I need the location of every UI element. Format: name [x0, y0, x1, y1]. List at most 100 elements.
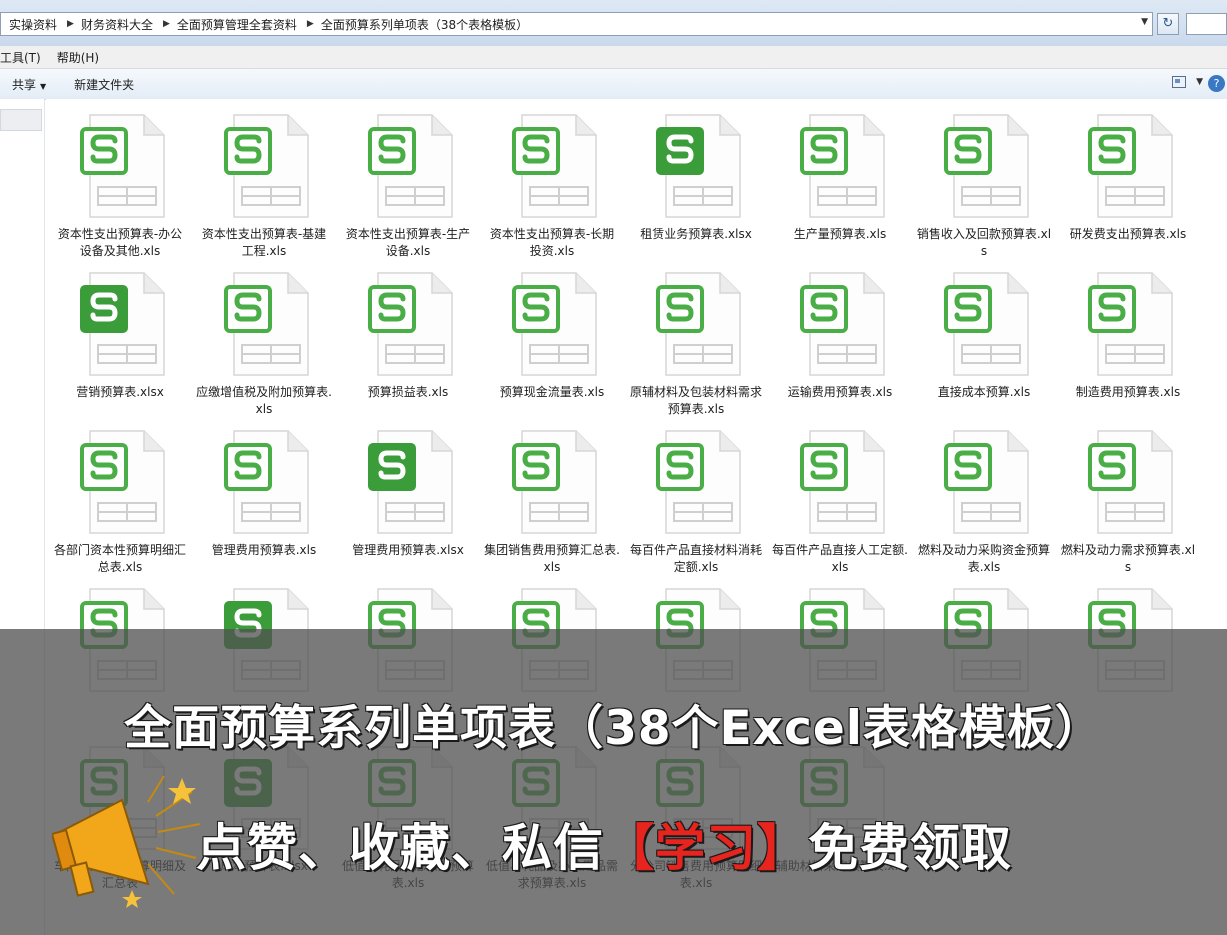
spreadsheet-file-icon [512, 430, 597, 534]
search-input[interactable] [1186, 13, 1227, 35]
promo-subtitle: 点赞、收藏、私信【学习】免费领取 [196, 808, 1012, 880]
file-name: 直接成本预算.xls [937, 385, 1031, 399]
spreadsheet-file-icon [80, 430, 165, 534]
file-name: 燃料及动力需求预算表.xls [1060, 543, 1196, 574]
file-name: 每百件产品直接材料消耗定额.xls [629, 543, 762, 574]
file-name: 资本性支出预算表-基建工程.xls [201, 227, 327, 258]
nav-selected-item[interactable] [0, 109, 42, 131]
refresh-button[interactable]: ↻ [1157, 13, 1179, 35]
megaphone-icon [52, 775, 201, 908]
spreadsheet-file-icon [800, 114, 885, 218]
file-name: 营销预算表.xlsx [76, 385, 164, 399]
menu-help[interactable]: 帮助(H) [57, 49, 107, 66]
file-item[interactable]: 资本性支出预算表-基建工程.xls [196, 99, 332, 258]
file-name: 资本性支出预算表-办公设备及其他.xls [57, 227, 183, 258]
spreadsheet-file-icon [656, 272, 741, 376]
promo-subtitle-end: 免费领取 [808, 819, 1012, 877]
menu-bar: 工具(T) 帮助(H) [0, 46, 1227, 69]
file-name: 预算现金流量表.xls [499, 385, 605, 399]
spreadsheet-file-icon [368, 430, 453, 534]
breadcrumb-item[interactable]: 全面预算管理全套资料 [177, 16, 297, 33]
file-item[interactable]: 生产量预算表.xls [772, 99, 908, 249]
file-name: 资本性支出预算表-生产设备.xls [345, 227, 471, 258]
chevron-down-icon: ▼ [40, 81, 47, 91]
file-item[interactable]: 直接成本预算.xls [916, 257, 1052, 407]
file-item[interactable]: 销售收入及回款预算表.xls [916, 99, 1052, 258]
refresh-icon: ↻ [1162, 16, 1174, 31]
file-name: 制造费用预算表.xls [1075, 385, 1181, 399]
file-item[interactable]: 管理费用预算表.xls [196, 415, 332, 565]
spreadsheet-file-icon [80, 114, 165, 218]
spreadsheet-file-icon [656, 430, 741, 534]
file-name: 管理费用预算表.xls [211, 543, 317, 557]
file-item[interactable]: 原辅材料及包装材料需求预算表.xls [628, 257, 764, 416]
spreadsheet-file-icon [512, 114, 597, 218]
file-name: 集团销售费用预算汇总表.xls [484, 543, 620, 574]
breadcrumb-item[interactable]: 实操资料 [9, 16, 57, 33]
file-name: 资本性支出预算表-长期投资.xls [489, 227, 615, 258]
spreadsheet-file-icon [80, 272, 165, 376]
breadcrumb-item[interactable]: 财务资料大全 [81, 16, 153, 33]
file-item[interactable]: 预算损益表.xls [340, 257, 476, 407]
command-toolbar: 共享 ▼ 新建文件夹 ▼ ? [0, 69, 1227, 100]
file-item[interactable]: 运输费用预算表.xls [772, 257, 908, 407]
chevron-right-icon[interactable]: ▶ [67, 19, 74, 29]
new-folder-button[interactable]: 新建文件夹 [68, 76, 140, 93]
spreadsheet-file-icon [944, 114, 1029, 218]
file-item[interactable]: 营销预算表.xlsx [52, 257, 188, 407]
file-item[interactable]: 资本性支出预算表-生产设备.xls [340, 99, 476, 258]
spreadsheet-file-icon [512, 272, 597, 376]
file-item[interactable]: 各部门资本性预算明细汇总表.xls [52, 415, 188, 574]
spreadsheet-file-icon [368, 272, 453, 376]
file-name: 应缴增值税及附加预算表.xls [196, 385, 332, 416]
spreadsheet-file-icon [1088, 430, 1173, 534]
file-item[interactable]: 每百件产品直接人工定额.xls [772, 415, 908, 574]
file-name: 各部门资本性预算明细汇总表.xls [53, 543, 186, 574]
file-name: 研发费支出预算表.xls [1069, 227, 1187, 241]
chevron-down-icon[interactable]: ▼ [1141, 17, 1148, 27]
file-item[interactable]: 资本性支出预算表-办公设备及其他.xls [52, 99, 188, 258]
promo-title: 全面预算系列单项表（38个Excel表格模板） [124, 701, 1103, 756]
change-view-icon[interactable] [1172, 76, 1187, 88]
file-item[interactable]: 预算现金流量表.xls [484, 257, 620, 407]
chevron-right-icon[interactable]: ▶ [307, 19, 314, 29]
file-item[interactable]: 资本性支出预算表-长期投资.xls [484, 99, 620, 258]
file-item[interactable]: 租赁业务预算表.xlsx [628, 99, 764, 249]
spreadsheet-file-icon [800, 430, 885, 534]
file-name: 管理费用预算表.xlsx [352, 543, 464, 557]
file-item[interactable]: 每百件产品直接材料消耗定额.xls [628, 415, 764, 574]
breadcrumb: 实操资料 ▶ 财务资料大全 ▶ 全面预算管理全套资料 ▶ 全面预算系列单项表（3… [1, 16, 528, 33]
file-item[interactable]: 研发费支出预算表.xls [1060, 99, 1196, 249]
file-name: 租赁业务预算表.xlsx [640, 227, 752, 241]
file-name: 运输费用预算表.xls [787, 385, 893, 399]
file-item[interactable]: 燃料及动力采购资金预算表.xls [916, 415, 1052, 574]
spreadsheet-file-icon [944, 430, 1029, 534]
spreadsheet-file-icon [1088, 114, 1173, 218]
spreadsheet-file-icon [656, 114, 741, 218]
file-name: 生产量预算表.xls [793, 227, 887, 241]
file-name: 销售收入及回款预算表.xls [916, 227, 1052, 258]
chevron-down-icon[interactable]: ▼ [1196, 77, 1203, 87]
file-item[interactable]: 管理费用预算表.xlsx [340, 415, 476, 565]
spreadsheet-file-icon [1088, 272, 1173, 376]
share-button[interactable]: 共享 ▼ [6, 76, 52, 93]
file-item[interactable]: 制造费用预算表.xls [1060, 257, 1196, 407]
file-item[interactable]: 集团销售费用预算汇总表.xls [484, 415, 620, 574]
help-icon[interactable]: ? [1208, 75, 1225, 92]
chevron-right-icon[interactable]: ▶ [163, 19, 170, 29]
file-item[interactable]: 燃料及动力需求预算表.xls [1060, 415, 1196, 574]
promo-subtitle-text: 点赞、收藏、私信 [196, 819, 604, 877]
address-bar[interactable]: 实操资料 ▶ 财务资料大全 ▶ 全面预算管理全套资料 ▶ 全面预算系列单项表（3… [0, 12, 1153, 36]
promo-highlight: 【学习】 [604, 819, 808, 877]
file-item[interactable]: 应缴增值税及附加预算表.xls [196, 257, 332, 416]
spreadsheet-file-icon [944, 272, 1029, 376]
file-name: 燃料及动力采购资金预算表.xls [917, 543, 1050, 574]
menu-tools[interactable]: 工具(T) [0, 49, 49, 66]
file-name: 预算损益表.xls [367, 385, 449, 399]
spreadsheet-file-icon [224, 430, 309, 534]
spreadsheet-file-icon [224, 272, 309, 376]
file-name: 原辅材料及包装材料需求预算表.xls [629, 385, 762, 416]
breadcrumb-item[interactable]: 全面预算系列单项表（38个表格模板） [321, 16, 528, 33]
spreadsheet-file-icon [800, 272, 885, 376]
file-name: 每百件产品直接人工定额.xls [772, 543, 908, 574]
